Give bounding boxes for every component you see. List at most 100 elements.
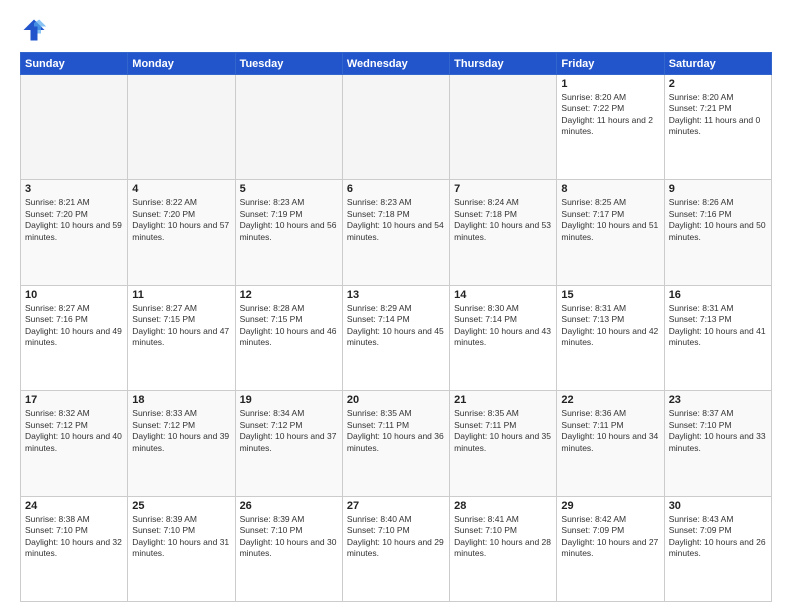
calendar-cell: 21 Sunrise: 8:35 AM Sunset: 7:11 PM Dayli…	[450, 391, 557, 496]
day-info: Sunrise: 8:24 AM Sunset: 7:18 PM Dayligh…	[454, 197, 552, 243]
calendar-cell: 4 Sunrise: 8:22 AM Sunset: 7:20 PM Daylig…	[128, 180, 235, 285]
calendar-cell: 10 Sunrise: 8:27 AM Sunset: 7:16 PM Dayli…	[21, 285, 128, 390]
calendar-cell: 9 Sunrise: 8:26 AM Sunset: 7:16 PM Daylig…	[664, 180, 771, 285]
calendar-cell: 30 Sunrise: 8:43 AM Sunset: 7:09 PM Dayli…	[664, 496, 771, 601]
day-info: Sunrise: 8:28 AM Sunset: 7:15 PM Dayligh…	[240, 303, 338, 349]
logo	[20, 16, 52, 44]
calendar-cell: 29 Sunrise: 8:42 AM Sunset: 7:09 PM Dayli…	[557, 496, 664, 601]
day-number: 27	[347, 500, 445, 512]
day-number: 24	[25, 500, 123, 512]
calendar-cell	[342, 75, 449, 180]
day-number: 22	[561, 394, 659, 406]
day-number: 14	[454, 289, 552, 301]
day-info: Sunrise: 8:40 AM Sunset: 7:10 PM Dayligh…	[347, 514, 445, 560]
weekday-header-wednesday: Wednesday	[342, 53, 449, 75]
day-info: Sunrise: 8:33 AM Sunset: 7:12 PM Dayligh…	[132, 408, 230, 454]
calendar-cell	[21, 75, 128, 180]
day-info: Sunrise: 8:26 AM Sunset: 7:16 PM Dayligh…	[669, 197, 767, 243]
calendar-cell: 14Sunrise: 8:30 AM Sunset: 7:14 PM Dayli…	[450, 285, 557, 390]
day-number: 23	[669, 394, 767, 406]
day-number: 9	[669, 183, 767, 195]
calendar-cell	[450, 75, 557, 180]
calendar-cell: 24 Sunrise: 8:38 AM Sunset: 7:10 PM Dayli…	[21, 496, 128, 601]
weekday-header-saturday: Saturday	[664, 53, 771, 75]
calendar-cell: 16 Sunrise: 8:31 AM Sunset: 7:13 PM Dayli…	[664, 285, 771, 390]
day-info: Sunrise: 8:20 AM Sunset: 7:22 PM Dayligh…	[561, 92, 659, 138]
day-info: Sunrise: 8:25 AM Sunset: 7:17 PM Dayligh…	[561, 197, 659, 243]
day-number: 2	[669, 78, 767, 90]
day-number: 19	[240, 394, 338, 406]
page: SundayMondayTuesdayWednesdayThursdayFrid…	[0, 0, 792, 612]
day-info: Sunrise: 8:38 AM Sunset: 7:10 PM Dayligh…	[25, 514, 123, 560]
calendar-cell: 5Sunrise: 8:23 AM Sunset: 7:19 PM Daylig…	[235, 180, 342, 285]
calendar-cell: 28Sunrise: 8:41 AM Sunset: 7:10 PM Dayli…	[450, 496, 557, 601]
day-number: 10	[25, 289, 123, 301]
calendar-week-4: 17 Sunrise: 8:32 AM Sunset: 7:12 PM Dayli…	[21, 391, 772, 496]
calendar-cell: 20 Sunrise: 8:35 AM Sunset: 7:11 PM Dayli…	[342, 391, 449, 496]
day-number: 30	[669, 500, 767, 512]
day-number: 4	[132, 183, 230, 195]
calendar-cell: 23 Sunrise: 8:37 AM Sunset: 7:10 PM Dayli…	[664, 391, 771, 496]
day-number: 26	[240, 500, 338, 512]
day-info: Sunrise: 8:39 AM Sunset: 7:10 PM Dayligh…	[132, 514, 230, 560]
day-info: Sunrise: 8:35 AM Sunset: 7:11 PM Dayligh…	[454, 408, 552, 454]
calendar-cell	[128, 75, 235, 180]
calendar-cell: 3Sunrise: 8:21 AM Sunset: 7:20 PM Daylig…	[21, 180, 128, 285]
day-number: 18	[132, 394, 230, 406]
calendar-cell: 11 Sunrise: 8:27 AM Sunset: 7:15 PM Dayli…	[128, 285, 235, 390]
weekday-header-monday: Monday	[128, 53, 235, 75]
day-number: 20	[347, 394, 445, 406]
day-info: Sunrise: 8:27 AM Sunset: 7:15 PM Dayligh…	[132, 303, 230, 349]
day-number: 17	[25, 394, 123, 406]
day-info: Sunrise: 8:36 AM Sunset: 7:11 PM Dayligh…	[561, 408, 659, 454]
calendar-week-2: 3Sunrise: 8:21 AM Sunset: 7:20 PM Daylig…	[21, 180, 772, 285]
day-info: Sunrise: 8:21 AM Sunset: 7:20 PM Dayligh…	[25, 197, 123, 243]
day-number: 6	[347, 183, 445, 195]
day-info: Sunrise: 8:37 AM Sunset: 7:10 PM Dayligh…	[669, 408, 767, 454]
day-number: 16	[669, 289, 767, 301]
calendar-cell: 13 Sunrise: 8:29 AM Sunset: 7:14 PM Dayli…	[342, 285, 449, 390]
header	[20, 16, 772, 44]
weekday-header-row: SundayMondayTuesdayWednesdayThursdayFrid…	[21, 53, 772, 75]
day-info: Sunrise: 8:29 AM Sunset: 7:14 PM Dayligh…	[347, 303, 445, 349]
calendar-cell: 6 Sunrise: 8:23 AM Sunset: 7:18 PM Daylig…	[342, 180, 449, 285]
calendar-cell: 25 Sunrise: 8:39 AM Sunset: 7:10 PM Dayli…	[128, 496, 235, 601]
day-info: Sunrise: 8:34 AM Sunset: 7:12 PM Dayligh…	[240, 408, 338, 454]
day-info: Sunrise: 8:23 AM Sunset: 7:19 PM Dayligh…	[240, 197, 338, 243]
weekday-header-friday: Friday	[557, 53, 664, 75]
day-info: Sunrise: 8:31 AM Sunset: 7:13 PM Dayligh…	[561, 303, 659, 349]
calendar-week-5: 24 Sunrise: 8:38 AM Sunset: 7:10 PM Dayli…	[21, 496, 772, 601]
calendar-cell: 27 Sunrise: 8:40 AM Sunset: 7:10 PM Dayli…	[342, 496, 449, 601]
weekday-header-thursday: Thursday	[450, 53, 557, 75]
day-info: Sunrise: 8:27 AM Sunset: 7:16 PM Dayligh…	[25, 303, 123, 349]
calendar-week-3: 10 Sunrise: 8:27 AM Sunset: 7:16 PM Dayli…	[21, 285, 772, 390]
day-number: 25	[132, 500, 230, 512]
day-info: Sunrise: 8:42 AM Sunset: 7:09 PM Dayligh…	[561, 514, 659, 560]
day-info: Sunrise: 8:22 AM Sunset: 7:20 PM Dayligh…	[132, 197, 230, 243]
calendar-cell: 1 Sunrise: 8:20 AM Sunset: 7:22 PM Daylig…	[557, 75, 664, 180]
day-number: 7	[454, 183, 552, 195]
day-number: 11	[132, 289, 230, 301]
day-info: Sunrise: 8:32 AM Sunset: 7:12 PM Dayligh…	[25, 408, 123, 454]
weekday-header-tuesday: Tuesday	[235, 53, 342, 75]
calendar-cell: 12Sunrise: 8:28 AM Sunset: 7:15 PM Dayli…	[235, 285, 342, 390]
weekday-header-sunday: Sunday	[21, 53, 128, 75]
day-info: Sunrise: 8:35 AM Sunset: 7:11 PM Dayligh…	[347, 408, 445, 454]
day-number: 13	[347, 289, 445, 301]
day-info: Sunrise: 8:23 AM Sunset: 7:18 PM Dayligh…	[347, 197, 445, 243]
day-number: 1	[561, 78, 659, 90]
day-info: Sunrise: 8:20 AM Sunset: 7:21 PM Dayligh…	[669, 92, 767, 138]
day-info: Sunrise: 8:43 AM Sunset: 7:09 PM Dayligh…	[669, 514, 767, 560]
calendar-cell	[235, 75, 342, 180]
day-number: 29	[561, 500, 659, 512]
calendar-cell: 22 Sunrise: 8:36 AM Sunset: 7:11 PM Dayli…	[557, 391, 664, 496]
day-number: 28	[454, 500, 552, 512]
logo-icon	[20, 16, 48, 44]
calendar-cell: 15Sunrise: 8:31 AM Sunset: 7:13 PM Dayli…	[557, 285, 664, 390]
calendar-cell: 19 Sunrise: 8:34 AM Sunset: 7:12 PM Dayli…	[235, 391, 342, 496]
calendar-cell: 26 Sunrise: 8:39 AM Sunset: 7:10 PM Dayli…	[235, 496, 342, 601]
day-number: 21	[454, 394, 552, 406]
day-info: Sunrise: 8:39 AM Sunset: 7:10 PM Dayligh…	[240, 514, 338, 560]
calendar-cell: 7 Sunrise: 8:24 AM Sunset: 7:18 PM Daylig…	[450, 180, 557, 285]
day-info: Sunrise: 8:31 AM Sunset: 7:13 PM Dayligh…	[669, 303, 767, 349]
